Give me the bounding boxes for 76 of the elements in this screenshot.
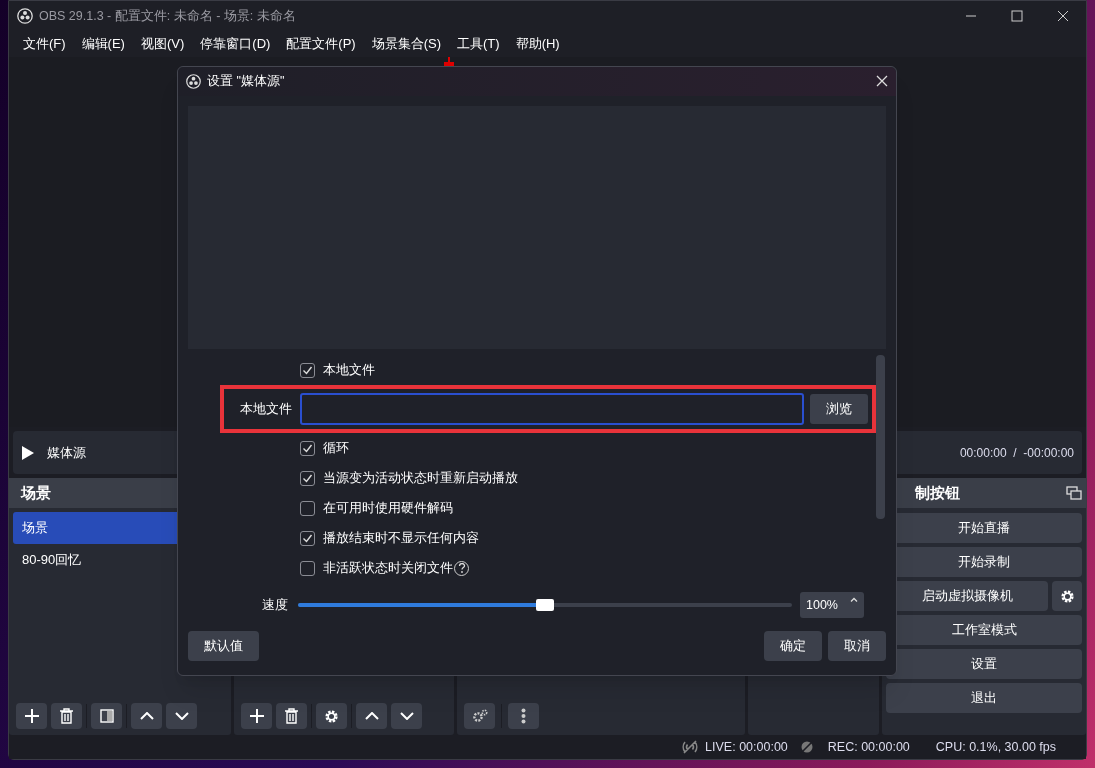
control-button[interactable]: 设置 [886,649,1082,679]
browse-button[interactable]: 浏览 [810,394,868,424]
checkbox[interactable] [300,470,315,486]
chevron-down-icon [399,712,414,720]
menu-item[interactable]: 视图(V) [134,34,191,54]
trash-icon [59,708,74,724]
move-up-button[interactable] [131,703,162,729]
defaults-button[interactable]: 默认值 [188,631,259,661]
checkbox[interactable] [300,530,315,546]
remove-button[interactable] [51,703,82,729]
dock-title: 场景 [21,482,51,503]
gear-icon [1059,588,1075,604]
checkbox[interactable] [300,440,315,456]
play-icon[interactable] [21,444,35,461]
cpu-status: CPU: 0.1%, 30.00 fps [935,738,1056,756]
control-button[interactable]: 退出 [886,683,1082,713]
record-off-icon [799,740,814,754]
field-label: 本地文件 [239,400,293,419]
filter-button[interactable] [91,703,122,729]
remove-button[interactable] [276,703,307,729]
close-icon[interactable] [876,75,888,88]
ok-button[interactable]: 确定 [764,631,822,661]
move-down-button[interactable] [391,703,422,729]
menu-item[interactable]: 帮助(H) [509,34,566,54]
plus-icon [23,708,40,724]
file-path-field[interactable] [300,393,804,425]
app-logo-icon [17,8,33,24]
slider-thumb[interactable] [536,599,554,611]
chevron-down-icon [174,712,189,720]
cancel-button[interactable]: 取消 [828,631,886,661]
trash-icon [284,708,299,724]
checkbox[interactable] [300,560,315,576]
cursor-marker-icon [444,57,454,66]
checkbox[interactable] [300,500,315,516]
plus-icon [248,708,265,724]
more-button[interactable] [508,703,539,729]
advanced-audio-button[interactable] [464,703,495,729]
undock-icon[interactable] [1066,486,1082,500]
scrollbar-thumb[interactable] [876,355,885,519]
move-up-button[interactable] [356,703,387,729]
gear-icon [324,708,339,724]
menu-item[interactable]: 编辑(E) [75,34,131,54]
dialog-title: 设置 "媒体源" [207,72,285,90]
menu-item[interactable]: 配置文件(P) [280,34,362,54]
checkbox-label: 在可用时使用硬件解码 [323,499,453,518]
add-button[interactable] [16,703,47,729]
app-logo-icon [186,73,201,89]
checkbox-label: 播放结束时不显示任何内容 [323,529,479,548]
menu-item[interactable]: 场景集合(S) [365,34,448,54]
chevron-up-icon [139,712,154,720]
media-time: 00:00:00 / -00:00:00 [959,444,1074,462]
checkbox-label: 非活跃状态时关闭文件 [323,559,453,578]
checkbox-label: 当源变为活动状态时重新启动播放 [323,469,518,488]
dock-title: 制按钮 [915,482,960,503]
checkbox-label: 循环 [323,439,349,458]
checkbox-label: 本地文件 [323,361,375,380]
live-status: LIVE: 00:00:00 [705,738,788,756]
menu-item[interactable]: 停靠窗口(D) [194,34,277,54]
window-title: OBS 29.1.3 - 配置文件: 未命名 - 场景: 未命名 [39,7,296,25]
media-name: 媒体源 [47,443,86,462]
gears-icon [471,709,488,723]
properties-button[interactable] [316,703,347,729]
more-icon [521,708,526,724]
speed-spinbox[interactable]: 100% [800,592,864,618]
signal-off-icon [681,740,700,754]
add-button[interactable] [241,703,272,729]
move-down-button[interactable] [166,703,197,729]
menu-item[interactable]: 文件(F) [17,34,72,54]
checkbox[interactable] [300,362,315,378]
chevron-up-icon [364,712,379,720]
rec-status: REC: 00:00:00 [827,738,910,756]
slider-label: 速度 [261,596,289,615]
settings-button[interactable] [1052,581,1082,611]
menu-item[interactable]: 工具(T) [451,34,506,54]
filter-icon [99,709,114,723]
chevron-up-icon[interactable] [850,597,858,602]
